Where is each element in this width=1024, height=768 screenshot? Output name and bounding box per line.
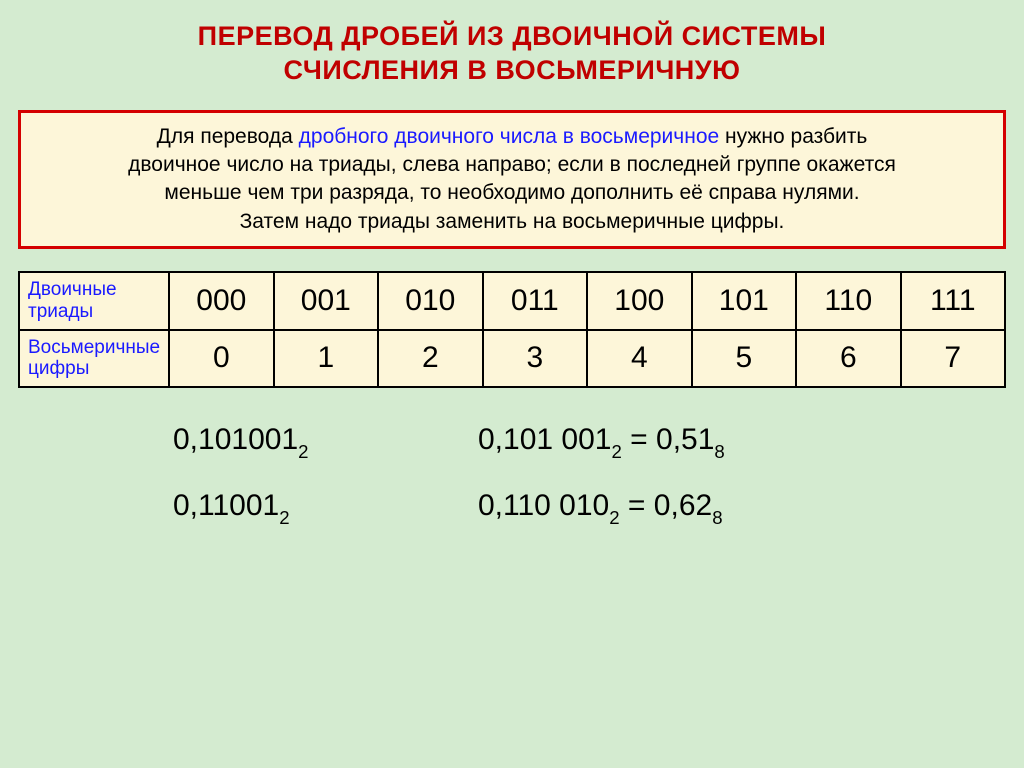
- table-row: Двоичные триады 000 001 010 011 100 101 …: [19, 272, 1005, 330]
- ex1-right-b-sub: 8: [714, 441, 724, 462]
- octal-cell: 1: [274, 330, 379, 388]
- triad-cell: 111: [901, 272, 1005, 330]
- triad-cell: 011: [483, 272, 587, 330]
- ex2-right-a: 0,110 010: [478, 489, 609, 522]
- triad-cell: 010: [378, 272, 483, 330]
- octal-cell: 2: [378, 330, 483, 388]
- octal-cell: 7: [901, 330, 1005, 388]
- ex2-left-num: 0,11001: [173, 489, 279, 522]
- triad-table: Двоичные триады 000 001 010 011 100 101 …: [18, 271, 1006, 388]
- triad-cell: 001: [274, 272, 379, 330]
- row2-label: Восьмеричные цифры: [19, 330, 169, 388]
- rule-text-1c: нужно разбить: [719, 125, 867, 148]
- ex1-left-num: 0,101001: [173, 423, 298, 456]
- octal-cell: 3: [483, 330, 587, 388]
- row1-label: Двоичные триады: [19, 272, 169, 330]
- octal-cell: 4: [587, 330, 692, 388]
- triad-cell: 101: [692, 272, 797, 330]
- page-title: ПЕРЕВОД ДРОБЕЙ ИЗ ДВОИЧНОЙ СИСТЕМЫ СЧИСЛ…: [18, 20, 1006, 88]
- ex1-right-b: 0,51: [656, 423, 714, 456]
- ex1-right-a: 0,101 001: [478, 423, 611, 456]
- rule-text-1a: Для перевода: [157, 125, 299, 148]
- title-line2: СЧИСЛЕНИЯ В ВОСЬМЕРИЧНУЮ: [284, 55, 741, 85]
- triad-cell: 110: [796, 272, 900, 330]
- ex1-left-sub: 2: [298, 441, 308, 462]
- table-row: Восьмеричные цифры 0 1 2 3 4 5 6 7: [19, 330, 1005, 388]
- ex2-right-a-sub: 2: [609, 507, 619, 528]
- example2-left: 0,110012: [173, 489, 478, 527]
- ex1-eq: =: [622, 423, 656, 456]
- octal-cell: 5: [692, 330, 797, 388]
- triad-cell: 000: [169, 272, 274, 330]
- octal-cell: 6: [796, 330, 900, 388]
- example1-right: 0,101 0012 = 0,518: [478, 423, 725, 461]
- rule-text-3: меньше чем три разряда, то необходимо до…: [164, 181, 859, 204]
- rule-box: Для перевода дробного двоичного числа в …: [18, 110, 1006, 249]
- octal-cell: 0: [169, 330, 274, 388]
- slide: ПЕРЕВОД ДРОБЕЙ ИЗ ДВОИЧНОЙ СИСТЕМЫ СЧИСЛ…: [0, 0, 1024, 768]
- triad-cell: 100: [587, 272, 692, 330]
- ex1-right-a-sub: 2: [611, 441, 621, 462]
- example-row-1: 0,1010012 0,101 0012 = 0,518: [173, 423, 1006, 461]
- example-row-2: 0,110012 0,110 0102 = 0,628: [173, 489, 1006, 527]
- rule-text-4: Затем надо триады заменить на восьмеричн…: [240, 210, 785, 233]
- title-line1: ПЕРЕВОД ДРОБЕЙ ИЗ ДВОИЧНОЙ СИСТЕМЫ: [198, 21, 827, 51]
- example1-left: 0,1010012: [173, 423, 478, 461]
- ex2-right-b: 0,62: [654, 489, 712, 522]
- rule-highlight: дробного двоичного числа в восьмеричное: [299, 125, 720, 148]
- ex2-right-b-sub: 8: [712, 507, 722, 528]
- ex2-left-sub: 2: [279, 507, 289, 528]
- ex2-eq: =: [620, 489, 654, 522]
- rule-text-2: двоичное число на триады, слева направо;…: [128, 153, 896, 176]
- example2-right: 0,110 0102 = 0,628: [478, 489, 723, 527]
- examples: 0,1010012 0,101 0012 = 0,518 0,110012 0,…: [18, 423, 1006, 527]
